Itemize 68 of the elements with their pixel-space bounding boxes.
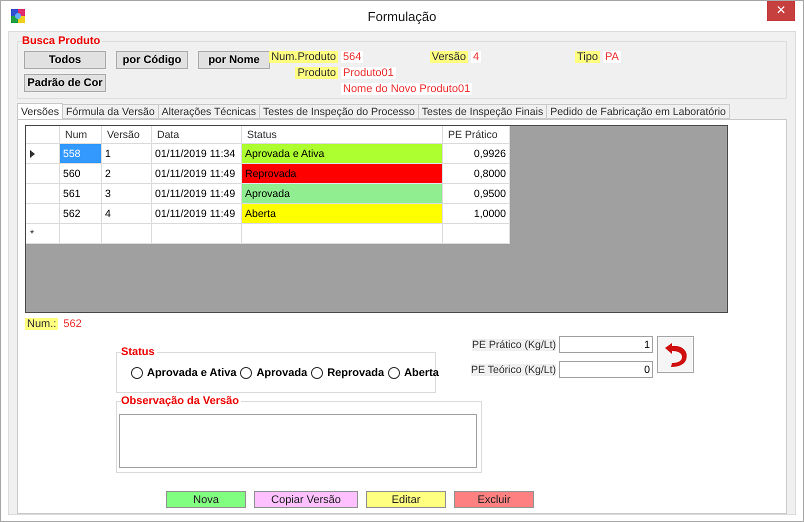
field-label: Num.: [25, 318, 58, 330]
status-cell: Aprovada [242, 184, 443, 204]
table-cell: 1,0000 [443, 204, 510, 224]
field-label: PE Teórico (Kg/Lt) [471, 364, 556, 376]
search-button[interactable]: por Código [116, 51, 188, 69]
column-header[interactable]: Num [60, 126, 102, 144]
search-button[interactable]: por Nome [198, 51, 270, 69]
table-cell: 562 [60, 204, 102, 224]
status-cell: Reprovada [242, 164, 443, 184]
action-button[interactable]: Copiar Versão [254, 491, 358, 508]
status-radio[interactable]: Aberta [388, 366, 439, 378]
tab[interactable]: Alterações Técnicas [158, 104, 260, 119]
table-cell: 01/11/2019 11:49 [152, 204, 242, 224]
tab[interactable]: Testes de Inspeção do Processo [259, 104, 419, 119]
tab[interactable]: Versões [17, 103, 63, 119]
group-title: Status [121, 346, 157, 358]
table-cell: 0,8000 [443, 164, 510, 184]
action-button[interactable]: Nova [166, 491, 246, 508]
status-radio[interactable]: Aprovada [240, 366, 308, 378]
table-cell: 3 [102, 184, 152, 204]
field-label: Tipo [575, 51, 600, 63]
column-header[interactable]: PE Prático [443, 126, 510, 144]
table-cell: 01/11/2019 11:49 [152, 164, 242, 184]
app-logo-icon [11, 9, 25, 23]
action-button[interactable]: Editar [366, 491, 446, 508]
field-value: 564 [341, 51, 364, 63]
table-cell: 560 [60, 164, 102, 184]
table-cell: 561 [60, 184, 102, 204]
search-button[interactable]: Todos [24, 51, 106, 69]
field-label: Num.Produto [269, 51, 338, 63]
current-row-icon [30, 150, 35, 158]
status-radio[interactable]: Aprovada e Ativa [131, 366, 236, 378]
group-title: Observação da Versão [121, 395, 242, 407]
table-cell: 01/11/2019 11:49 [152, 184, 242, 204]
table-cell: 0,9926 [443, 144, 510, 164]
table-cell: 0,9500 [443, 184, 510, 204]
tab[interactable]: Testes de Inspeção Finais [418, 104, 548, 119]
status-cell: Aprovada e Ativa [242, 144, 443, 164]
pe-input[interactable]: 1 [559, 336, 654, 353]
column-header[interactable]: Status [242, 126, 443, 144]
pe-input[interactable]: 0 [559, 361, 654, 378]
window-title: Formulação [368, 8, 436, 24]
field-value: 4 [471, 51, 482, 63]
field-value: Nome do Novo Produto01 [341, 83, 472, 95]
table-cell: 4 [102, 204, 152, 224]
undo-button[interactable] [657, 336, 694, 373]
search-button[interactable]: Padrão de Cor [24, 74, 106, 92]
table-cell: 01/11/2019 11:34 [152, 144, 242, 164]
tab[interactable]: Pedido de Fabricação em Laboratório [546, 104, 730, 119]
action-button[interactable]: Excluir [454, 491, 534, 508]
field-value: 562 [61, 318, 84, 330]
field-label: Versão [430, 51, 468, 63]
observation-field[interactable] [119, 414, 477, 468]
table-cell: 1 [102, 144, 152, 164]
field-label: PE Prático (Kg/Lt) [472, 338, 556, 350]
status-cell: Aberta [242, 204, 443, 224]
column-header[interactable]: Data [152, 126, 242, 144]
field-value: Produto01 [341, 67, 396, 79]
group-title: Busca Produto [22, 35, 102, 47]
close-button[interactable]: × [767, 1, 795, 21]
new-row-marker: * [30, 228, 34, 240]
status-radio[interactable]: Reprovada [311, 366, 384, 378]
field-value: PA [603, 51, 621, 63]
table-cell: 2 [102, 164, 152, 184]
field-label: Produto [295, 67, 338, 79]
tab[interactable]: Fórmula da Versão [62, 104, 159, 119]
table-cell: 558 [60, 144, 102, 164]
column-header[interactable]: Versão [102, 126, 152, 144]
